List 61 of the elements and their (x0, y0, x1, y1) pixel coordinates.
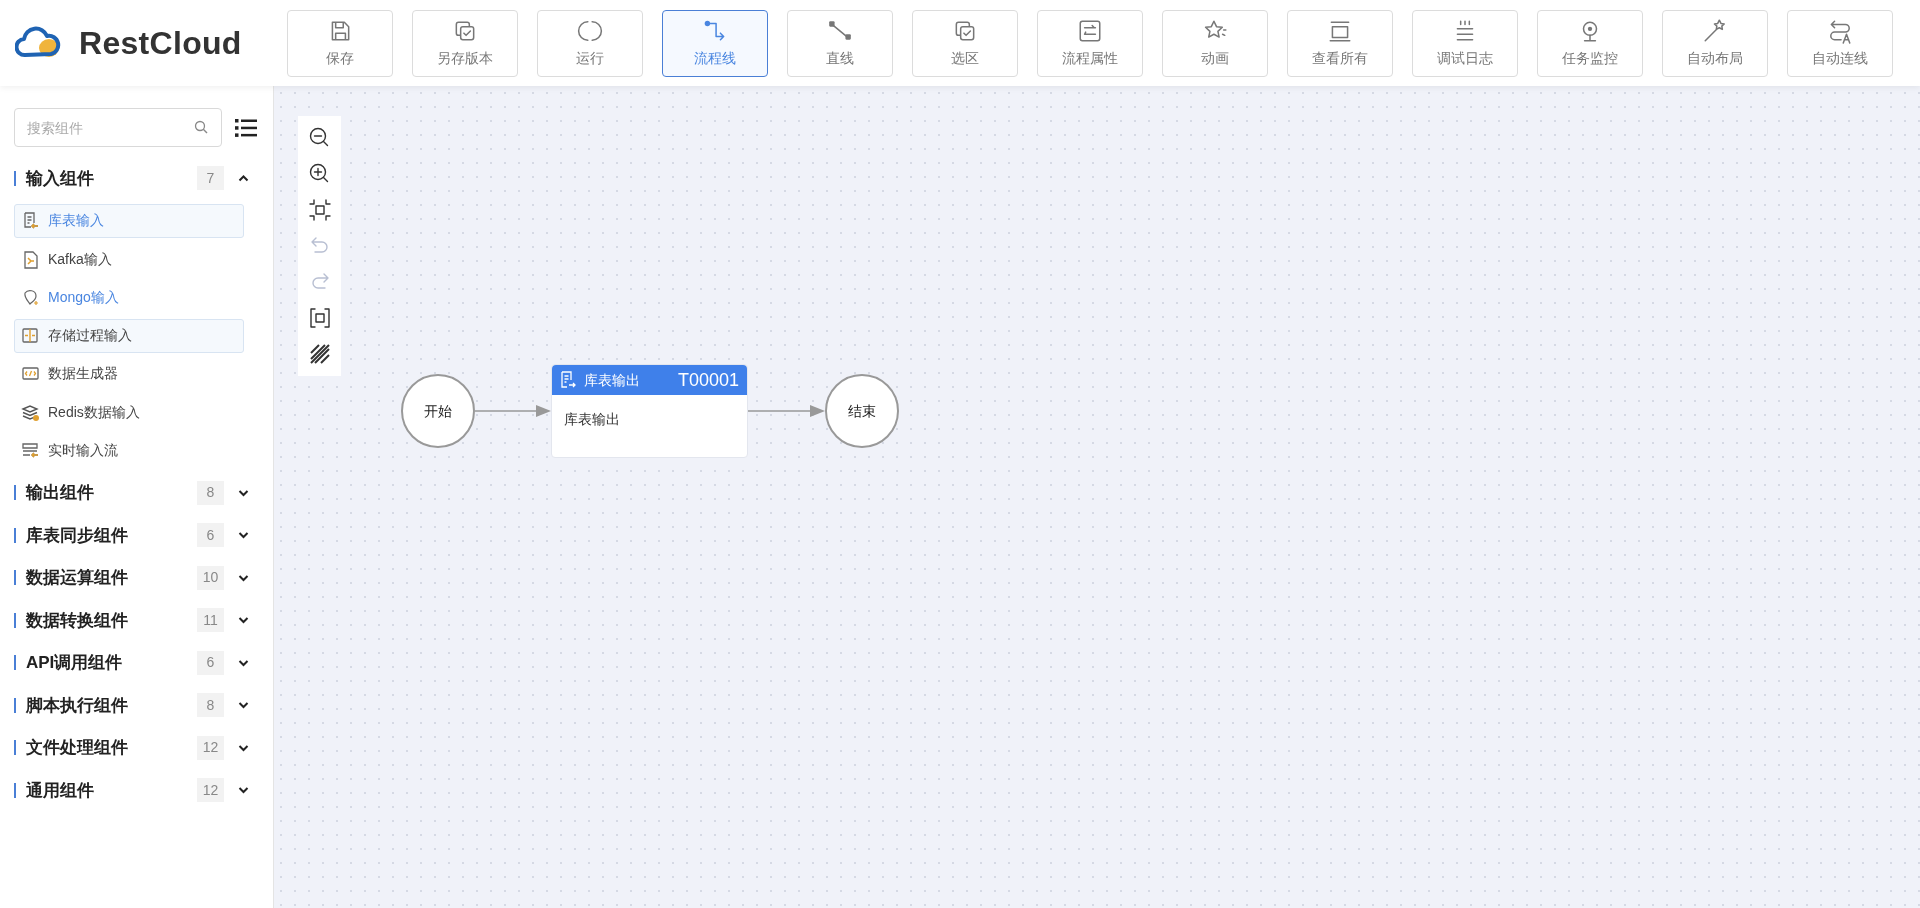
toolbar-button[interactable]: 自动布局 (1662, 9, 1768, 77)
chevron-down-icon[interactable] (238, 658, 249, 667)
component-item[interactable]: 实时输入流 (14, 433, 244, 468)
count-badge: 8 (197, 693, 224, 718)
logo-text: RestCloud (79, 24, 242, 63)
count-badge: 12 (197, 735, 224, 760)
component-item[interactable]: Redis数据输入 (14, 395, 244, 429)
toolbar-button[interactable]: 调试日志 (1412, 9, 1518, 77)
component-item[interactable]: 库表输入 (14, 203, 244, 238)
toolbar-button[interactable]: 选区 (912, 9, 1018, 77)
toolbar-button[interactable]: 直线 (787, 9, 893, 77)
task-node[interactable]: 库表输出 T00001 库表输出 (551, 364, 748, 458)
toolbar-button[interactable]: 运行 (537, 9, 643, 77)
chevron-down-icon[interactable] (238, 701, 249, 710)
cloud-logo-icon (15, 26, 63, 60)
chevron-down-icon[interactable] (238, 616, 249, 625)
component-item[interactable]: Mongo输入 (14, 280, 244, 315)
document-arrow-icon (560, 371, 576, 389)
count-badge: 11 (197, 608, 224, 633)
document-icon (21, 249, 40, 269)
node-description: 库表输出 (563, 410, 620, 429)
chevron-down-icon[interactable] (238, 743, 249, 752)
search-icon (194, 120, 208, 134)
frame-icon[interactable] (307, 306, 332, 330)
node-code: T00001 (677, 368, 739, 392)
count-badge: 8 (197, 480, 224, 505)
list-arrow-icon (21, 440, 40, 460)
chevron-down-icon[interactable] (238, 488, 249, 497)
toolbar-button[interactable]: 另存版本 (412, 9, 518, 77)
count-badge: 12 (197, 778, 224, 803)
columns-icon (21, 326, 40, 345)
start-node[interactable]: 开始 (401, 374, 475, 448)
toolbar-button[interactable]: 自动连线 (1787, 9, 1893, 77)
node-title: 库表输出 (584, 370, 641, 390)
stack-icon (21, 402, 40, 422)
count-badge: 6 (197, 650, 224, 675)
component-item[interactable]: 存储过程输入 (14, 318, 244, 353)
toolbar-button[interactable]: 流程属性 (1037, 9, 1143, 77)
component-item[interactable]: Kafka输入 (14, 242, 244, 276)
count-badge: 10 (197, 565, 224, 590)
sliders-icon (1077, 17, 1103, 44)
leaf-icon (21, 287, 40, 307)
toolbar-button[interactable]: 保存 (287, 9, 393, 77)
magic-wand-icon (1702, 17, 1728, 44)
loop-arrow-icon (1827, 17, 1853, 44)
toolbar-button[interactable]: 流程线 (662, 9, 768, 77)
chevron-down-icon[interactable] (238, 573, 249, 582)
toolbar-button[interactable]: 查看所有 (1287, 9, 1393, 77)
component-item[interactable]: 数据生成器 (14, 356, 244, 391)
count-badge: 6 (197, 523, 224, 548)
document-arrow-icon (21, 211, 40, 231)
chevron-up-icon[interactable] (238, 174, 249, 183)
count-badge: 7 (197, 166, 224, 191)
toolbar-button[interactable]: 动画 (1162, 9, 1268, 77)
search-field[interactable]: 搜索组件 (14, 108, 222, 147)
fit-view-icon[interactable] (307, 198, 332, 222)
chevron-down-icon[interactable] (238, 786, 249, 795)
chevron-down-icon[interactable] (238, 531, 249, 540)
end-node[interactable]: 结束 (825, 374, 899, 448)
toolbar-button[interactable]: 任务监控 (1537, 9, 1643, 77)
list-icon[interactable] (235, 117, 257, 138)
